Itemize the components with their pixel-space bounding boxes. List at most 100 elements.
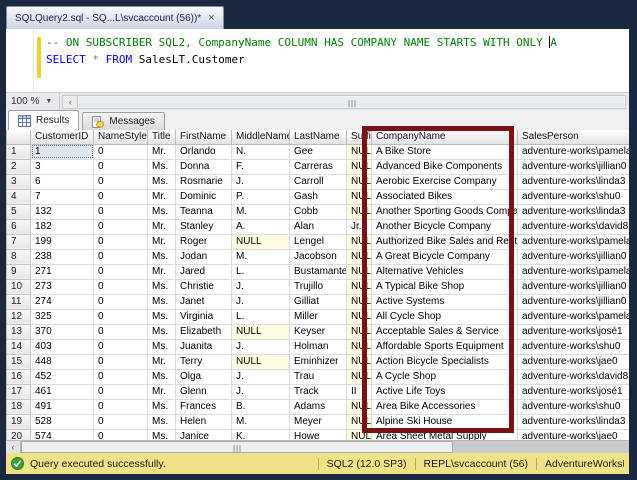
cell[interactable]: F.: [232, 159, 290, 174]
cell[interactable]: 574: [31, 429, 94, 440]
cell[interactable]: II: [347, 384, 372, 399]
cell[interactable]: 0: [94, 324, 148, 339]
cell[interactable]: A Bike Store: [372, 144, 518, 159]
row-number[interactable]: 18: [7, 399, 31, 414]
cell[interactable]: 0: [94, 369, 148, 384]
cell[interactable]: adventure-works\shu0: [518, 399, 630, 414]
cell[interactable]: Trujillo: [290, 279, 347, 294]
cell[interactable]: Ms.: [148, 204, 176, 219]
cell[interactable]: 0: [94, 309, 148, 324]
cell[interactable]: 273: [31, 279, 94, 294]
cell[interactable]: adventure-works\josé1: [518, 384, 630, 399]
cell[interactable]: L.: [232, 264, 290, 279]
cell[interactable]: Helen: [176, 414, 232, 429]
cell[interactable]: NULL: [347, 294, 372, 309]
cell[interactable]: B.: [232, 399, 290, 414]
scroll-left-button[interactable]: ‹: [6, 441, 21, 453]
cell[interactable]: Gilliat: [290, 294, 347, 309]
cell[interactable]: Ms.: [148, 279, 176, 294]
cell[interactable]: Teanna: [176, 204, 232, 219]
cell[interactable]: Holman: [290, 339, 347, 354]
cell[interactable]: NULL: [347, 369, 372, 384]
cell[interactable]: adventure-works\pamela0: [518, 144, 630, 159]
cell[interactable]: Janice: [176, 429, 232, 440]
row-number[interactable]: 4: [7, 189, 31, 204]
row-number[interactable]: 9: [7, 264, 31, 279]
cell[interactable]: adventure-works\linda3: [518, 414, 630, 429]
cell[interactable]: A Typical Bike Shop: [372, 279, 518, 294]
cell[interactable]: Alan: [290, 219, 347, 234]
row-number[interactable]: 6: [7, 219, 31, 234]
cell[interactable]: 0: [94, 384, 148, 399]
cell[interactable]: Ms.: [148, 159, 176, 174]
cell[interactable]: Mr.: [148, 354, 176, 369]
cell[interactable]: adventure-works\pamela0: [518, 309, 630, 324]
cell[interactable]: adventure-works\jillian0: [518, 294, 630, 309]
cell[interactable]: adventure-works\shu0: [518, 339, 630, 354]
cell[interactable]: NULL: [347, 234, 372, 249]
cell[interactable]: Jared: [176, 264, 232, 279]
cell[interactable]: 0: [94, 219, 148, 234]
cell[interactable]: Rosmarie: [176, 174, 232, 189]
row-number[interactable]: 19: [7, 414, 31, 429]
cell[interactable]: Donna: [176, 159, 232, 174]
grid-hscrollbar-thumb[interactable]: [21, 441, 453, 453]
cell[interactable]: 0: [94, 354, 148, 369]
cell[interactable]: Another Sporting Goods Company: [372, 204, 518, 219]
cell[interactable]: 0: [94, 279, 148, 294]
cell[interactable]: Eminhizer: [290, 354, 347, 369]
cell[interactable]: adventure-works\jae0: [518, 429, 630, 440]
cell[interactable]: Action Bicycle Specialists: [372, 354, 518, 369]
cell[interactable]: 0: [94, 294, 148, 309]
column-header-namestyle[interactable]: NameStyle: [94, 130, 148, 144]
cell[interactable]: Jodan: [176, 249, 232, 264]
cell[interactable]: Alternative Vehicles: [372, 264, 518, 279]
row-number[interactable]: 16: [7, 369, 31, 384]
row-number[interactable]: 11: [7, 294, 31, 309]
cell[interactable]: Advanced Bike Components: [372, 159, 518, 174]
tab-messages[interactable]: Messages: [82, 112, 165, 130]
cell[interactable]: Trau: [290, 369, 347, 384]
row-number[interactable]: 20: [7, 429, 31, 440]
cell[interactable]: NULL: [347, 204, 372, 219]
cell[interactable]: Affordable Sports Equipment: [372, 339, 518, 354]
cell[interactable]: 452: [31, 369, 94, 384]
row-number[interactable]: 5: [7, 204, 31, 219]
cell[interactable]: Meyer: [290, 414, 347, 429]
cell[interactable]: Ms.: [148, 174, 176, 189]
cell[interactable]: Alpine Ski House: [372, 414, 518, 429]
column-header-firstname[interactable]: FirstName: [176, 130, 232, 144]
cell[interactable]: adventure-works\david8: [518, 369, 630, 384]
editor-hscrollbar-track[interactable]: [77, 95, 626, 109]
cell[interactable]: 370: [31, 324, 94, 339]
cell[interactable]: M.: [232, 414, 290, 429]
cell[interactable]: 0: [94, 339, 148, 354]
cell[interactable]: Lengel: [290, 234, 347, 249]
cell[interactable]: Gee: [290, 144, 347, 159]
cell[interactable]: 271: [31, 264, 94, 279]
cell[interactable]: adventure-works\jillian0: [518, 159, 630, 174]
row-number[interactable]: 8: [7, 249, 31, 264]
cell[interactable]: P.: [232, 189, 290, 204]
cell[interactable]: Jr.: [347, 219, 372, 234]
cell[interactable]: A Cycle Shop: [372, 369, 518, 384]
cell[interactable]: Ms.: [148, 369, 176, 384]
cell[interactable]: J.: [232, 294, 290, 309]
cell[interactable]: Track: [290, 384, 347, 399]
zoom-dropdown[interactable]: 100 % ▼: [6, 93, 60, 110]
cell[interactable]: Elizabeth: [176, 324, 232, 339]
cell[interactable]: Mr.: [148, 219, 176, 234]
cell[interactable]: NULL: [347, 324, 372, 339]
column-header-title[interactable]: Title: [148, 130, 176, 144]
editor-hscrollbar-thumb[interactable]: [79, 97, 624, 107]
cell[interactable]: NULL: [347, 174, 372, 189]
cell[interactable]: NULL: [232, 324, 290, 339]
cell[interactable]: Mr.: [148, 144, 176, 159]
chevron-down-icon[interactable]: ▼: [43, 98, 54, 105]
cell[interactable]: NULL: [347, 264, 372, 279]
cell[interactable]: adventure-works\shu0: [518, 189, 630, 204]
cell[interactable]: NULL: [232, 234, 290, 249]
cell[interactable]: Ms.: [148, 414, 176, 429]
cell[interactable]: 0: [94, 204, 148, 219]
cell[interactable]: Orlando: [176, 144, 232, 159]
